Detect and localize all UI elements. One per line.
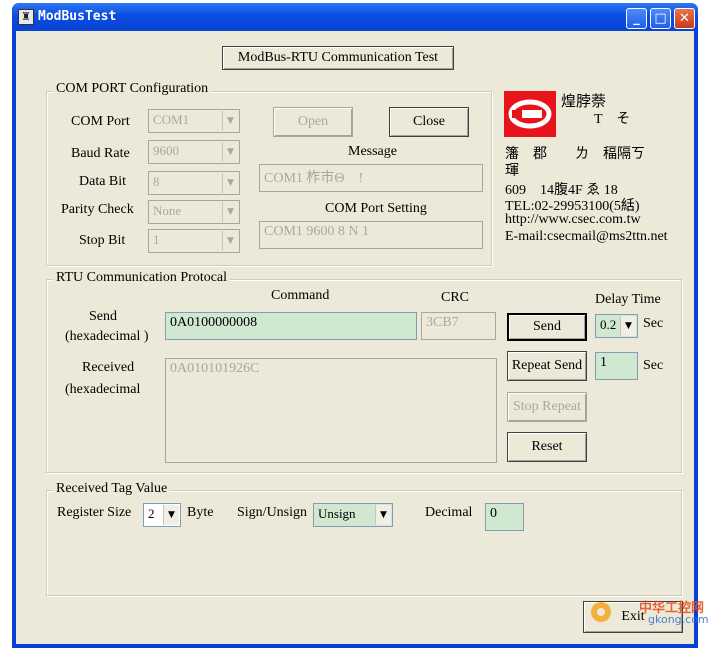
data-bit-label: Data Bit: [79, 174, 127, 189]
chevron-down-icon: ▼: [222, 231, 238, 251]
company-name-line2: T そ: [594, 112, 631, 127]
com-port-value: COM1: [153, 112, 190, 127]
chevron-down-icon: ▼: [222, 142, 238, 162]
decimal-label: Decimal: [425, 505, 473, 520]
com-port-group-label: COM PORT Configuration: [53, 81, 212, 97]
chevron-down-icon: ▼: [222, 202, 238, 222]
parity-check-select[interactable]: None ▼: [148, 200, 240, 224]
company-logo: [504, 91, 556, 137]
com-port-select[interactable]: COM1 ▼: [148, 109, 240, 133]
com-port-setting-label: COM Port Setting: [325, 201, 427, 216]
watermark-en: gkong.com: [648, 613, 709, 626]
repeat-send-button[interactable]: Repeat Send: [507, 351, 587, 381]
repeat-unit-label: Sec: [643, 358, 664, 373]
received-field: 0A010101926C: [165, 358, 497, 463]
chevron-down-icon: ▼: [163, 505, 179, 525]
tag-group-label: Received Tag Value: [53, 481, 171, 497]
send-sub-label: (hexadecimal ): [65, 329, 149, 344]
message-label: Message: [348, 144, 397, 159]
delay-time-label: Delay Time: [595, 292, 661, 307]
stop-bit-value: 1: [153, 232, 160, 247]
chevron-down-icon: ▼: [222, 173, 238, 193]
gear-icon: [586, 597, 616, 627]
delay-time-value: 0.2: [600, 317, 617, 332]
chevron-down-icon: ▼: [375, 505, 391, 525]
stop-repeat-button[interactable]: Stop Repeat: [507, 392, 587, 422]
send-label: Send: [89, 309, 117, 324]
baud-rate-value: 9600: [153, 143, 179, 158]
chevron-down-icon: ▼: [222, 111, 238, 131]
register-size-select[interactable]: 2 ▼: [143, 503, 181, 527]
repeat-interval-input[interactable]: 1: [595, 352, 638, 380]
window-title: ModBusTest: [38, 9, 117, 24]
sign-unsign-select[interactable]: Unsign ▼: [313, 503, 393, 527]
title-bar[interactable]: ♜ ModBusTest _ □ ✕: [12, 3, 698, 31]
baud-rate-label: Baud Rate: [71, 146, 130, 161]
data-bit-select[interactable]: 8 ▼: [148, 171, 240, 195]
open-button[interactable]: Open: [273, 107, 353, 137]
parity-check-label: Parity Check: [61, 202, 134, 217]
received-sub-label: (hexadecimal: [65, 382, 141, 397]
app-icon: ♜: [18, 9, 34, 25]
received-label: Received: [82, 360, 135, 375]
delay-unit-label: Sec: [643, 316, 664, 331]
decimal-field: 0: [485, 503, 524, 531]
baud-rate-select[interactable]: 9600 ▼: [148, 140, 240, 164]
com-port-setting-field: COM1 9600 8 N 1: [259, 221, 483, 249]
sign-unsign-label: Sign/Unsign: [237, 505, 308, 520]
rtu-group-label: RTU Communication Protocal: [53, 270, 231, 286]
command-label: Command: [271, 288, 330, 303]
stop-bit-select[interactable]: 1 ▼: [148, 229, 240, 253]
register-size-value: 2: [148, 506, 155, 521]
parity-check-value: None: [153, 203, 182, 218]
register-size-label: Register Size: [57, 505, 132, 520]
reset-button[interactable]: Reset: [507, 432, 587, 462]
header-title-button[interactable]: ModBus-RTU Communication Test: [222, 46, 454, 70]
command-input[interactable]: 0A0100000008: [165, 312, 417, 340]
send-button[interactable]: Send: [507, 313, 587, 341]
company-email: E-mail:csecmail@ms2ttn.net: [505, 229, 668, 244]
delay-time-select[interactable]: 0.2 ▼: [595, 314, 638, 338]
crc-field: 3CB7: [421, 312, 496, 340]
com-port-label: COM Port: [71, 114, 130, 129]
crc-label: CRC: [441, 290, 470, 305]
company-url: http://www.csec.com.tw: [505, 212, 641, 227]
app-window: ♜ ModBusTest _ □ ✕ ModBus-RTU Communicat…: [12, 3, 709, 648]
byte-label: Byte: [187, 505, 214, 520]
sign-unsign-value: Unsign: [318, 506, 356, 521]
maximize-button[interactable]: □: [650, 8, 671, 29]
chevron-down-icon: ▼: [620, 316, 636, 336]
close-port-button[interactable]: Close: [389, 107, 469, 137]
company-line3: 籓 郡 ㄌ 稫隔ㄎ: [505, 147, 645, 162]
dialog-body: ModBus-RTU Communication Test COM PORT C…: [16, 31, 709, 644]
stop-bit-label: Stop Bit: [79, 233, 126, 248]
minimize-button[interactable]: _: [626, 8, 647, 29]
data-bit-value: 8: [153, 174, 160, 189]
company-line4: 琿: [505, 164, 519, 179]
message-field: COM1 柞巿Θ !: [259, 164, 483, 192]
close-window-button[interactable]: ✕: [674, 8, 695, 29]
